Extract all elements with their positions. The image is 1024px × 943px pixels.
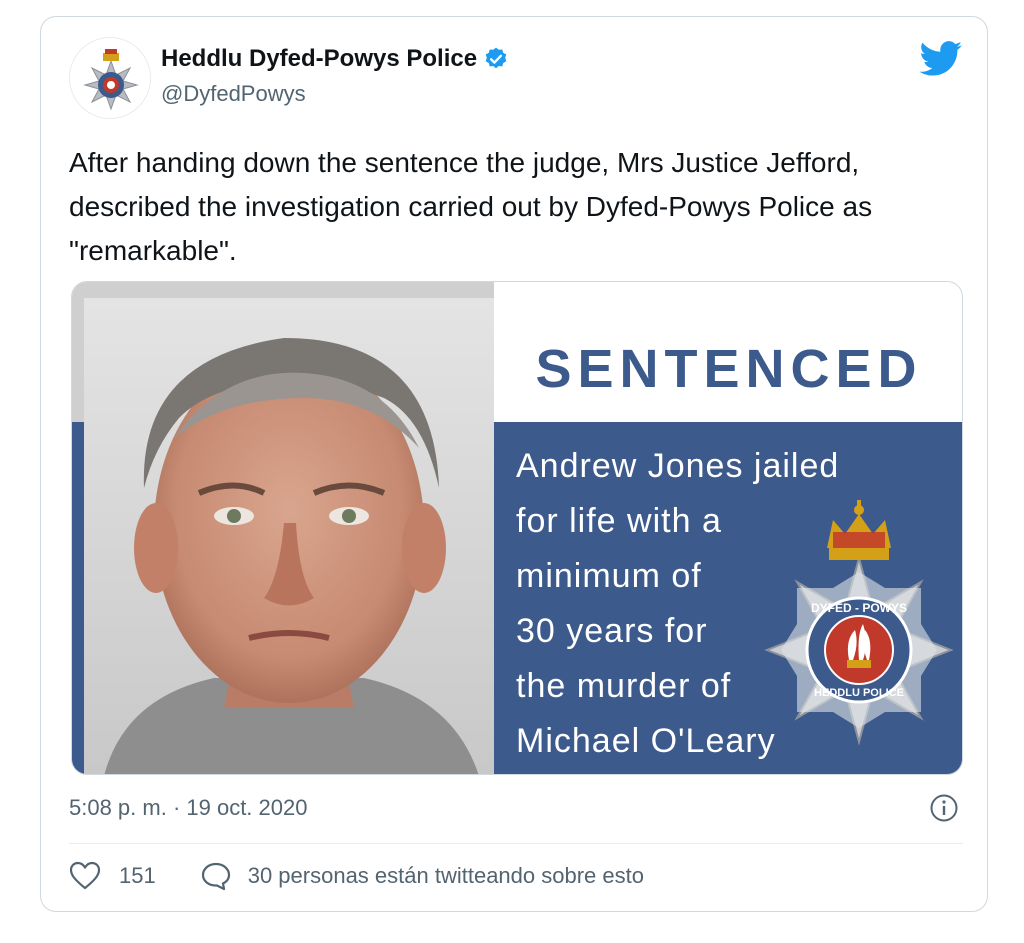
panel-accent-strip — [72, 422, 84, 774]
badge-text-top: DYFED - POWYS — [811, 601, 907, 615]
account-avatar[interactable] — [69, 37, 151, 119]
verified-icon — [485, 47, 507, 69]
account-handle[interactable]: @DyfedPowys — [161, 81, 306, 107]
conversation-link[interactable]: 30 personas están twitteando sobre esto — [248, 863, 644, 889]
caption-line: for life with a — [516, 502, 722, 540]
mugshot-image — [84, 298, 494, 774]
police-crest-icon: DYFED - POWYS HEDDLU POLICE — [764, 500, 954, 746]
tweet-text: After handing down the sentence the judg… — [69, 147, 873, 266]
engagement-bar: 151 30 personas están twitteando sobre e… — [69, 861, 644, 891]
caption-line: the murder of — [516, 667, 732, 705]
tweet-media-image[interactable]: SENTENCED Andrew Jones jailed for life w… — [71, 281, 963, 775]
heart-icon[interactable] — [69, 861, 101, 891]
sentenced-heading: SENTENCED — [535, 339, 923, 399]
divider — [69, 843, 963, 844]
account-name-row[interactable]: Heddlu Dyfed-Powys Police — [161, 45, 509, 73]
police-badge-icon — [83, 49, 139, 111]
info-icon[interactable] — [929, 793, 959, 823]
display-name[interactable]: Heddlu Dyfed-Powys Police — [161, 45, 477, 73]
like-count[interactable]: 151 — [119, 863, 156, 889]
caption-line: minimum of — [516, 557, 702, 595]
tweet-card: Heddlu Dyfed-Powys Police @DyfedPowys Af… — [40, 16, 988, 912]
caption-line: 30 years for — [516, 612, 708, 650]
tweet-timestamp[interactable]: 5:08 p. m. · 19 oct. 2020 — [69, 795, 307, 821]
mugshot-photo — [72, 282, 494, 774]
speech-bubble-icon[interactable] — [200, 861, 232, 891]
badge-text-bottom: HEDDLU POLICE — [814, 687, 904, 699]
caption-line: Michael O'Leary — [516, 722, 776, 760]
caption-line: Andrew Jones jailed — [516, 447, 840, 485]
twitter-bird-icon[interactable] — [919, 41, 963, 77]
